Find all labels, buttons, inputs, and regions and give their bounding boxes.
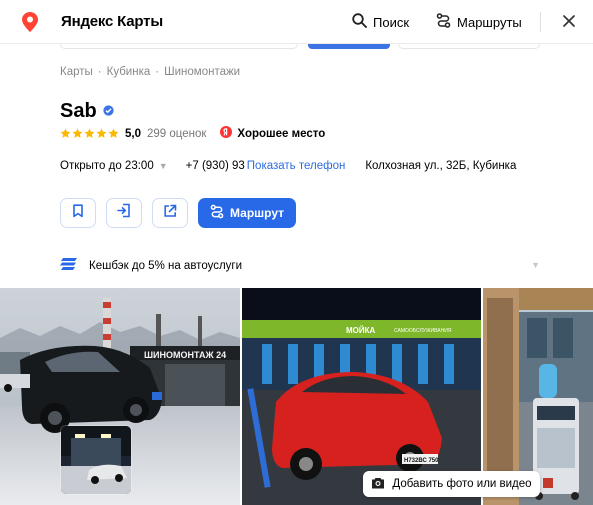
car-wash-subsign: САМООБСЛУЖИВАНИЯ [394,328,452,334]
breadcrumb-maps[interactable]: Карты [60,66,93,78]
tab-overview[interactable] [60,44,298,49]
route-icon [210,204,224,222]
route-button[interactable]: Маршрут [198,198,297,228]
entrance-icon [117,203,131,223]
car-wash-sign: МОЙКА [346,326,376,335]
breadcrumb-category[interactable]: Шиномонтажи [164,66,240,78]
license-plate: Н732ВС 750 [404,458,439,464]
bookmark-button[interactable] [60,198,96,228]
info-row: Открыто до 23:00 ▼ +7 (930) 93 Показать … [60,160,516,172]
top-bar: Яндекс Карты Поиск Маршруты [0,0,593,44]
verified-icon [103,103,114,121]
breadcrumb-city[interactable]: Кубинка [107,66,151,78]
divider [540,12,541,32]
rating-stars [60,128,119,139]
chevron-down-icon: ▼ [531,260,540,270]
tire-shop-sign: ШИНОМОНТАЖ 24 [144,350,226,360]
star-icon [60,128,71,138]
working-hours[interactable]: Открыто до 23:00 ▼ [60,160,168,172]
reviews-count[interactable]: 299 оценок [147,128,206,140]
breadcrumb-separator: · [155,66,160,78]
routes-label: Маршруты [457,14,522,30]
phone: +7 (930) 93 Показать телефон [186,160,346,172]
routes-button[interactable]: Маршруты [436,13,522,31]
add-photo-label: Добавить фото или видео [392,478,532,490]
star-icon [72,128,83,138]
tab-reviews[interactable] [398,44,540,49]
cashback-label: Кешбэк до 5% на автоуслуги [89,259,243,272]
share-button[interactable] [152,198,188,228]
add-photo-button[interactable]: Добавить фото или видео [363,471,540,497]
route-icon [436,13,451,31]
action-buttons: Маршрут [60,198,297,228]
business-name: Sab [60,100,97,122]
rating-value: 5,0 [125,127,141,140]
search-button[interactable]: Поиск [352,13,409,31]
bookmark-icon [72,203,84,223]
search-label: Поиск [373,14,410,30]
chevron-down-icon: ▼ [158,161,168,171]
show-phone-link[interactable]: Показать телефон [247,160,346,172]
app-title[interactable]: Яндекс Карты [61,13,163,30]
camera-icon [371,477,385,492]
route-button-label: Маршрут [230,206,285,220]
good-place-badge[interactable]: Хорошее место [220,126,325,141]
gallery-thumb-night[interactable] [60,425,132,495]
good-place-label: Хорошее место [237,127,326,140]
breadcrumb-separator: · [97,66,102,78]
star-icon [96,128,107,138]
close-icon[interactable] [563,14,575,32]
share-icon [163,204,177,223]
address[interactable]: Колхозная ул., 32Б, Кубинка [365,160,516,172]
map-pin-logo-icon [22,12,38,37]
search-icon [352,13,367,31]
working-hours-label: Открыто до 23:00 [60,160,154,172]
title-row: Sab [60,100,114,123]
star-icon [84,128,95,138]
panel-tabs-strip [60,44,540,52]
cashback-icon [60,258,77,273]
tab-active[interactable] [308,44,390,49]
breadcrumb: Карты · Кубинка · Шиномонтажи [60,66,240,78]
rating-row: 5,0 299 оценок Хорошее место [60,126,325,141]
star-icon [108,128,119,138]
yandex-badge-icon [220,126,233,141]
cashback-row[interactable]: Кешбэк до 5% на автоуслуги ▼ [60,258,540,273]
entrance-button[interactable] [106,198,142,228]
phone-number: +7 (930) 93 [185,160,245,172]
